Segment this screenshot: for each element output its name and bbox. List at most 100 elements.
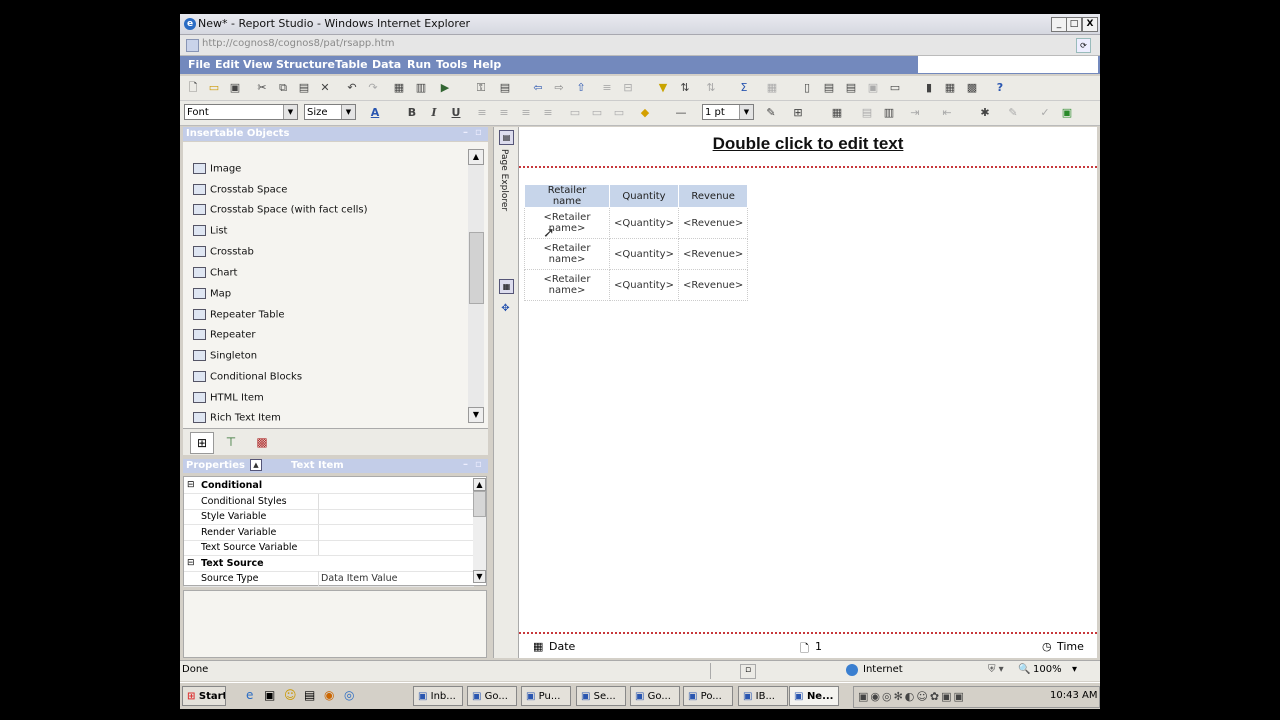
tools-icon[interactable]: ✱ bbox=[978, 106, 992, 120]
outdent-icon[interactable]: ⇤ bbox=[940, 106, 954, 120]
report-canvas[interactable]: Double click to edit text Retailer name … bbox=[519, 127, 1097, 658]
browser-quicklaunch-icon[interactable]: ◎ bbox=[344, 688, 354, 702]
menu-data[interactable]: Data bbox=[372, 58, 401, 71]
indent-icon[interactable]: ⇥ bbox=[908, 106, 922, 120]
build-prompt-page-icon[interactable]: ▩ bbox=[965, 81, 979, 95]
redo-icon[interactable]: ↷ bbox=[366, 81, 380, 95]
merge-cells-icon[interactable]: ▤ bbox=[860, 106, 874, 120]
compat-view-icon[interactable]: ⟳ bbox=[1076, 38, 1091, 53]
sort-icon[interactable]: ⇅ bbox=[678, 81, 692, 95]
aggregate-icon[interactable]: Σ bbox=[737, 81, 751, 95]
zoom-level[interactable]: 100% bbox=[1033, 664, 1062, 675]
property-value[interactable]: Data Item Value bbox=[321, 573, 397, 584]
property-row[interactable]: Render Variable bbox=[184, 524, 474, 541]
cell-quantity[interactable]: <Quantity> bbox=[609, 269, 679, 301]
footer-date[interactable]: Date bbox=[549, 640, 575, 653]
column-header-quantity[interactable]: Quantity bbox=[609, 184, 679, 208]
split-cells-icon[interactable]: ▥ bbox=[882, 106, 896, 120]
cell-revenue[interactable]: <Revenue> bbox=[677, 238, 749, 270]
list-report[interactable]: Retailer name Quantity Revenue <Retailer… bbox=[524, 184, 749, 301]
custom-calc-icon[interactable]: ▦ bbox=[765, 81, 779, 95]
panel-minimize-icon[interactable]: – bbox=[463, 459, 468, 470]
insertable-item[interactable]: Repeater bbox=[193, 329, 255, 347]
paste-icon[interactable]: ▤ bbox=[297, 81, 311, 95]
edit-icon[interactable]: ✎ bbox=[1006, 106, 1020, 120]
clock[interactable]: 10:43 AM bbox=[1050, 690, 1097, 701]
table-grid-icon[interactable]: ▦ bbox=[830, 106, 844, 120]
cell-revenue[interactable]: <Revenue> bbox=[677, 269, 749, 301]
property-row[interactable]: Source Type Data Item Value bbox=[184, 571, 474, 587]
taskbar-window-button[interactable]: ▣ Inb... bbox=[413, 686, 463, 706]
scroll-down-icon[interactable]: ▼ bbox=[473, 570, 486, 583]
validate-icon[interactable]: ▣ bbox=[1060, 106, 1074, 120]
address-url[interactable]: http://cognos8/cognos8/pat/rsapp.htm bbox=[202, 38, 394, 49]
size-select[interactable]: Size ▼ bbox=[304, 104, 356, 120]
scroll-up-icon[interactable]: ▲ bbox=[468, 149, 484, 165]
chart-icon[interactable]: ▮ bbox=[922, 81, 936, 95]
valign-middle-icon[interactable]: ▭ bbox=[590, 106, 604, 120]
query-explorer-icon[interactable]: ▦ bbox=[499, 279, 514, 294]
ie-quicklaunch-icon[interactable]: e bbox=[246, 688, 253, 702]
cell-retailer[interactable]: <Retailer name> bbox=[524, 238, 610, 270]
cell-retailer[interactable]: <Retailer name> bbox=[524, 207, 610, 239]
filter-icon[interactable]: ▼ bbox=[656, 81, 670, 95]
font-color-icon[interactable]: A bbox=[368, 106, 382, 120]
notepad-quicklaunch-icon[interactable]: ▤ bbox=[304, 688, 315, 702]
cut-icon[interactable]: ✂ bbox=[255, 81, 269, 95]
start-button[interactable]: ⊞ Start bbox=[182, 686, 226, 706]
lock-icon[interactable]: ⚿ bbox=[474, 81, 488, 95]
property-row[interactable]: Conditional Styles bbox=[184, 493, 474, 510]
insertable-item[interactable]: Map bbox=[193, 288, 231, 306]
taskbar-window-button[interactable]: ▣ Go... bbox=[630, 686, 680, 706]
font-select[interactable]: Font ▼ bbox=[184, 104, 298, 120]
insertable-item[interactable]: List bbox=[193, 225, 227, 243]
chart-options-icon[interactable]: ▣ bbox=[866, 81, 880, 95]
taskbar-window-button[interactable]: ▣ Se... bbox=[576, 686, 626, 706]
copy-icon[interactable]: ⧉ bbox=[276, 81, 290, 95]
scroll-thumb[interactable] bbox=[469, 232, 484, 304]
page-explorer-icon[interactable]: ▤ bbox=[499, 130, 514, 145]
footer-time[interactable]: Time bbox=[1057, 640, 1084, 653]
insertable-item[interactable]: Conditional Blocks bbox=[193, 371, 302, 389]
properties-scrollbar[interactable]: ▲ ▼ bbox=[473, 478, 486, 583]
property-row[interactable]: Text Source Variable bbox=[184, 540, 474, 556]
create-footer-icon[interactable]: ▤ bbox=[844, 81, 858, 95]
cell-revenue[interactable]: <Revenue> bbox=[677, 207, 749, 239]
column-header-revenue[interactable]: Revenue bbox=[677, 184, 749, 208]
pick-up-style-icon[interactable]: ▤ bbox=[498, 81, 512, 95]
section-icon[interactable]: ⊟ bbox=[621, 81, 635, 95]
forward-arrow-icon[interactable]: ⇨ bbox=[552, 81, 566, 95]
delete-icon[interactable]: ✕ bbox=[318, 81, 332, 95]
taskbar-window-button[interactable]: ▣ Go... bbox=[467, 686, 517, 706]
source-tab-icon[interactable]: ⊞ bbox=[190, 432, 214, 454]
group-icon[interactable]: ≡ bbox=[600, 81, 614, 95]
panel-maximize-icon[interactable]: ▫ bbox=[475, 459, 482, 470]
insertable-item[interactable]: HTML Item bbox=[193, 392, 264, 410]
underline-button[interactable]: U bbox=[449, 106, 463, 120]
collapse-icon[interactable]: ⊟ bbox=[187, 480, 195, 490]
background-color-icon[interactable]: ◆ bbox=[638, 106, 652, 120]
save-icon[interactable]: ▣ bbox=[228, 81, 242, 95]
column-header-retailer[interactable]: Retailer name bbox=[524, 184, 610, 208]
taskbar-window-button[interactable]: ▣ Ne... bbox=[789, 686, 839, 706]
tray-icons[interactable]: ▣◉◎✻◐☺✿▣▣ bbox=[858, 690, 966, 703]
list-headers-icon[interactable]: ▯ bbox=[800, 81, 814, 95]
insertable-scrollbar[interactable]: ▲ ▼ bbox=[468, 149, 484, 423]
maximize-button[interactable]: □ bbox=[1066, 17, 1082, 32]
data-items-tab-icon[interactable]: ⊤ bbox=[221, 433, 241, 451]
report-title-text[interactable]: Double click to edit text bbox=[519, 134, 1097, 154]
help-icon[interactable]: ? bbox=[993, 81, 1007, 95]
security-icon[interactable]: ⛨ ▾ bbox=[988, 664, 1004, 675]
insertable-item[interactable]: Repeater Table bbox=[193, 309, 285, 327]
back-arrow-icon[interactable]: ⇦ bbox=[531, 81, 545, 95]
align-center-icon[interactable]: ≡ bbox=[497, 106, 511, 120]
cell-quantity[interactable]: <Quantity> bbox=[609, 207, 679, 239]
borders-icon[interactable]: ⊞ bbox=[791, 106, 805, 120]
collapse-icon[interactable]: ⊟ bbox=[187, 558, 195, 568]
cell-retailer[interactable]: <Retailer name> bbox=[524, 269, 610, 301]
align-right-icon[interactable]: ≡ bbox=[519, 106, 533, 120]
valign-top-icon[interactable]: ▭ bbox=[568, 106, 582, 120]
undo-icon[interactable]: ↶ bbox=[345, 81, 359, 95]
insertable-item[interactable]: Image bbox=[193, 163, 241, 181]
menu-view[interactable]: View bbox=[243, 58, 273, 71]
